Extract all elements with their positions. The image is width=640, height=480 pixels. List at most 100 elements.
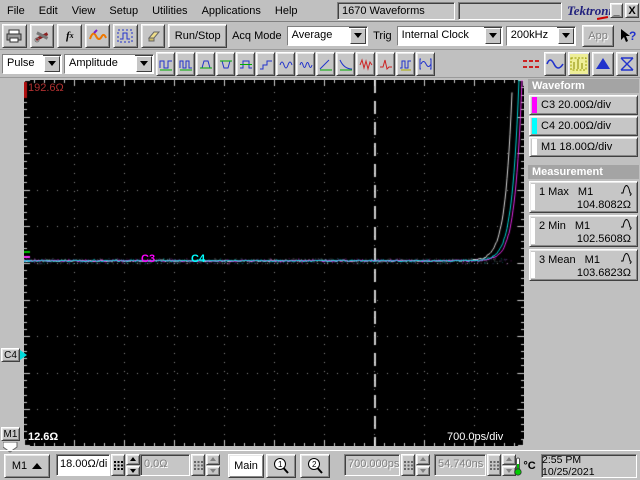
- temperature-indicator[interactable]: °C: [512, 454, 538, 478]
- horizontal-scale-input[interactable]: 700.000ps: [344, 454, 400, 476]
- menu-applications[interactable]: Applications: [195, 3, 268, 19]
- window-title: 1670 Waveforms: [337, 2, 455, 20]
- slope-icon[interactable]: [316, 51, 335, 76]
- plot-bottom-scale-label: 12.6Ω: [28, 431, 59, 443]
- run-stop-button[interactable]: Run/Stop: [168, 23, 228, 48]
- waveform-m1-button[interactable]: M1 18.00Ω/div: [529, 137, 638, 157]
- cursors-icon[interactable]: [520, 52, 542, 76]
- eye-diagram-icon[interactable]: [616, 51, 638, 76]
- modulation-icon[interactable]: [296, 51, 315, 76]
- waveform-view-icon[interactable]: [544, 51, 566, 76]
- status-bar: M1 18.00Ω/di 0.0Ω Main 1 2 700.000ps 54.…: [0, 450, 640, 480]
- chevron-down-icon[interactable]: [557, 27, 574, 44]
- plot-top-scale-label: 192.6Ω: [28, 82, 64, 94]
- neg-width-icon[interactable]: [216, 51, 235, 76]
- acq-mode-select[interactable]: Average: [286, 25, 369, 46]
- keypad-icon[interactable]: [401, 454, 415, 476]
- waveform-c3-button[interactable]: C3 20.00Ω/div: [529, 95, 638, 115]
- minimize-button[interactable]: _: [610, 3, 623, 18]
- measurement-select-bar: [531, 252, 535, 278]
- trig-freq-select[interactable]: 200kHz: [505, 25, 576, 46]
- zoom2-magnifier-icon[interactable]: 2: [300, 454, 330, 478]
- print-icon[interactable]: [2, 23, 27, 48]
- menu-setup[interactable]: Setup: [102, 3, 145, 19]
- keypad-icon[interactable]: [191, 454, 205, 476]
- zoom1-magnifier-icon[interactable]: 1: [266, 454, 296, 478]
- pos-width-icon[interactable]: [196, 51, 215, 76]
- app-button[interactable]: App: [581, 24, 615, 47]
- measurement-number: 1: [539, 185, 546, 198]
- measurement-2-min-button[interactable]: 2 Min M1 102.5608Ω: [529, 215, 638, 247]
- steps-icon[interactable]: [256, 51, 275, 76]
- waveform-plot[interactable]: [24, 80, 524, 446]
- title-menu-bar: File Edit View Setup Utilities Applications He…: [0, 0, 640, 22]
- tools-icon[interactable]: [29, 23, 55, 48]
- measurement-value: 103.6823Ω: [576, 267, 631, 279]
- spin-down-icon[interactable]: [416, 465, 430, 476]
- m1-position-marker[interactable]: M1: [1, 427, 20, 441]
- vertical-offset-input[interactable]: 0.0Ω: [140, 454, 190, 476]
- menu-bar: File Edit View Setup Utilities Applications He…: [0, 3, 305, 19]
- mask-view-icon[interactable]: [592, 51, 614, 76]
- spin-up-icon[interactable]: [126, 454, 140, 465]
- trace-select-value: M1: [11, 460, 28, 472]
- gated-wave-icon[interactable]: [416, 51, 435, 76]
- chevron-down-icon[interactable]: [350, 27, 367, 44]
- keypad-icon[interactable]: [487, 454, 501, 476]
- measurement-source: M1: [577, 185, 594, 198]
- menu-edit[interactable]: Edit: [32, 3, 65, 19]
- vertical-offset-control: 0.0Ω: [140, 454, 220, 478]
- horizontal-position-input[interactable]: 54.740ns: [434, 454, 486, 476]
- main-view-button[interactable]: Main: [228, 454, 264, 478]
- chevron-down-icon[interactable]: [44, 55, 60, 72]
- m1-color-swatch: [532, 139, 537, 155]
- oscilloscope-app-window: File Edit View Setup Utilities Applications He…: [0, 0, 640, 480]
- meas-category2-select[interactable]: Amplitude: [64, 53, 154, 74]
- frequency-icon[interactable]: [176, 51, 195, 76]
- measurement-toolbar: Pulse Amplitude: [0, 50, 640, 78]
- m1-scale-label: M1 18.00Ω/div: [541, 141, 613, 153]
- noise-spike-icon[interactable]: [376, 51, 395, 76]
- waveform-c4-button[interactable]: C4 20.00Ω/div: [529, 116, 638, 136]
- keypad-icon[interactable]: [111, 454, 125, 476]
- measurement-1-max-button[interactable]: 1 Max M1 104.8082Ω: [529, 181, 638, 213]
- waveform-icon[interactable]: [85, 23, 110, 48]
- trace-select-button[interactable]: M1: [4, 454, 50, 478]
- vertical-scale-input[interactable]: 18.00Ω/di: [56, 454, 110, 476]
- acq-mode-label: Acq Mode: [232, 29, 282, 42]
- measurement-panel-header: Measurement: [528, 165, 639, 179]
- menu-file[interactable]: File: [0, 3, 32, 19]
- context-help-icon[interactable]: ?: [617, 24, 638, 48]
- noise-burst-icon[interactable]: [356, 51, 375, 76]
- menu-view[interactable]: View: [65, 3, 103, 19]
- period-icon[interactable]: [156, 51, 175, 76]
- meas-category1-select[interactable]: Pulse: [2, 53, 62, 74]
- c4-position-marker[interactable]: C4: [1, 348, 20, 362]
- meas-category2-value: Amplitude: [65, 54, 135, 73]
- plot-timebase-label: 700.0ps/div: [447, 431, 504, 443]
- histogram-view-icon[interactable]: [568, 51, 590, 76]
- trig-source-select[interactable]: Internal Clock: [396, 25, 503, 46]
- measurement-name: Max: [548, 185, 569, 198]
- menu-help[interactable]: Help: [268, 3, 305, 19]
- spin-down-icon[interactable]: [126, 465, 140, 476]
- menu-utilities[interactable]: Utilities: [145, 3, 194, 19]
- spin-up-icon[interactable]: [206, 454, 220, 465]
- burst-icon[interactable]: [276, 51, 295, 76]
- eraser-icon[interactable]: [140, 23, 166, 48]
- counter-icon[interactable]: [396, 51, 415, 76]
- meas-category1-value: Pulse: [3, 54, 43, 73]
- acq-mode-value: Average: [287, 26, 350, 45]
- decay-icon[interactable]: [336, 51, 355, 76]
- spin-up-icon[interactable]: [416, 454, 430, 465]
- measurement-3-mean-button[interactable]: 3 Mean M1 103.6823Ω: [529, 249, 638, 281]
- close-button[interactable]: X: [625, 3, 639, 18]
- formula-icon[interactable]: fx: [57, 23, 83, 48]
- chevron-down-icon[interactable]: [484, 27, 501, 44]
- c3-color-swatch: [532, 97, 537, 113]
- main-toolbar: fx Run/Stop Acq Mode Average Trig Intern…: [0, 22, 640, 50]
- square-wave-icon[interactable]: [236, 51, 255, 76]
- marquee-pulse-icon[interactable]: [112, 23, 138, 48]
- chevron-down-icon[interactable]: [136, 55, 152, 72]
- spin-down-icon[interactable]: [206, 465, 220, 476]
